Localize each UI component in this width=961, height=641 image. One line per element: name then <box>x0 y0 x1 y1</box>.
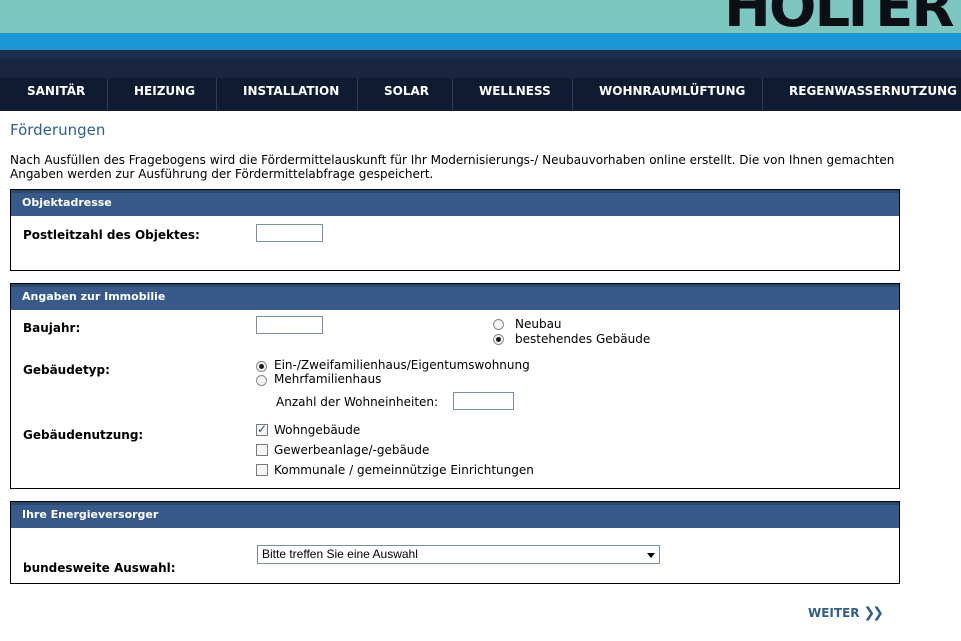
nav-separator <box>762 78 763 111</box>
header-blue-band <box>0 33 961 50</box>
wohneinheiten-input[interactable] <box>453 392 514 410</box>
nutzung-gewerbe-label: Gewerbeanlage/-gebäude <box>274 443 430 457</box>
nav-item-installation[interactable]: INSTALLATION <box>243 78 339 111</box>
nav-item-wellness[interactable]: WELLNESS <box>479 78 551 111</box>
nav-separator <box>572 78 573 111</box>
bestehendes-gebaeude-radio[interactable] <box>493 334 504 345</box>
nav-item-regenwassernutzung[interactable]: REGENWASSERNUTZUNG <box>789 78 957 111</box>
neubau-label: Neubau <box>515 317 562 331</box>
section-heading: Objektadresse <box>11 190 899 216</box>
neubau-radio[interactable] <box>493 319 504 330</box>
section-heading-text: Ihre Energieversorger <box>22 508 159 521</box>
typ-ein-zweifamilienhaus-label: Ein-/Zweifamilienhaus/Eigentumswohnung <box>274 358 530 372</box>
nav-item-solar[interactable]: SOLAR <box>384 78 429 111</box>
nav-item-sanitaer[interactable]: SANITÄR <box>27 78 85 111</box>
nutzung-kommunal-checkbox[interactable] <box>256 464 268 476</box>
nutzung-gewerbe-checkbox[interactable] <box>256 444 268 456</box>
chevron-down-icon <box>647 553 655 558</box>
section-immobilie: Angaben zur Immobilie Baujahr: Neubau be… <box>10 283 900 489</box>
plz-input[interactable] <box>256 224 323 242</box>
holter-logo[interactable]: HOLTER <box>722 0 961 33</box>
nutzung-wohngebaeude-label: Wohngebäude <box>274 423 361 437</box>
nav-item-wohnraumlueftung[interactable]: WOHNRAUMLÜFTUNG <box>599 78 745 111</box>
plz-label: Postleitzahl des Objektes: <box>23 228 200 242</box>
nutzung-wohngebaeude-checkbox[interactable] <box>256 422 268 436</box>
intro-text: Nach Ausfüllen des Fragebogens wird die … <box>10 153 895 181</box>
nav-separator <box>107 78 108 111</box>
baujahr-label: Baujahr: <box>23 321 81 335</box>
section-heading: Ihre Energieversorger <box>11 502 899 528</box>
weiter-label: WEITER <box>808 606 860 620</box>
double-chevron-right-icon: ❯❯ <box>863 605 885 621</box>
baujahr-input[interactable] <box>256 316 323 334</box>
logo-text: HOLTER <box>724 0 954 33</box>
nutzung-kommunal-label: Kommunale / gemeinnützige Einrichtungen <box>274 463 534 477</box>
weiter-button[interactable]: WEITER ❯❯ <box>808 605 885 621</box>
section-heading-text: Objektadresse <box>22 196 112 209</box>
main-nav: SANITÄR HEIZUNG INSTALLATION SOLAR WELLN… <box>0 78 961 111</box>
header-gap-band <box>0 59 961 78</box>
section-heading: Angaben zur Immobilie <box>11 284 899 310</box>
gebaeudenutzung-label: Gebäudenutzung: <box>23 428 144 442</box>
section-objektadresse: Objektadresse Postleitzahl des Objektes: <box>10 189 900 271</box>
nav-separator <box>216 78 217 111</box>
gebaeudetyp-label: Gebäudetyp: <box>23 363 110 377</box>
section-heading-text: Angaben zur Immobilie <box>22 290 166 303</box>
section-energieversorger: Ihre Energieversorger bundesweite Auswah… <box>10 501 900 584</box>
wohneinheiten-label: Anzahl der Wohneinheiten: <box>276 395 439 409</box>
nav-item-heizung[interactable]: HEIZUNG <box>134 78 195 111</box>
nav-separator <box>452 78 453 111</box>
select-value: Bitte treffen Sie eine Auswahl <box>262 547 418 561</box>
typ-ein-zweifamilienhaus-radio[interactable] <box>256 361 267 372</box>
energieversorger-select[interactable]: Bitte treffen Sie eine Auswahl <box>257 545 660 564</box>
typ-mehrfamilienhaus-radio[interactable] <box>256 375 267 386</box>
bundesweite-auswahl-label: bundesweite Auswahl: <box>23 561 176 575</box>
bestehendes-gebaeude-label: bestehendes Gebäude <box>515 332 651 346</box>
header-dark-band <box>0 50 961 59</box>
page-title: Förderungen <box>10 121 106 139</box>
nav-separator <box>357 78 358 111</box>
typ-mehrfamilienhaus-label: Mehrfamilienhaus <box>274 372 382 386</box>
